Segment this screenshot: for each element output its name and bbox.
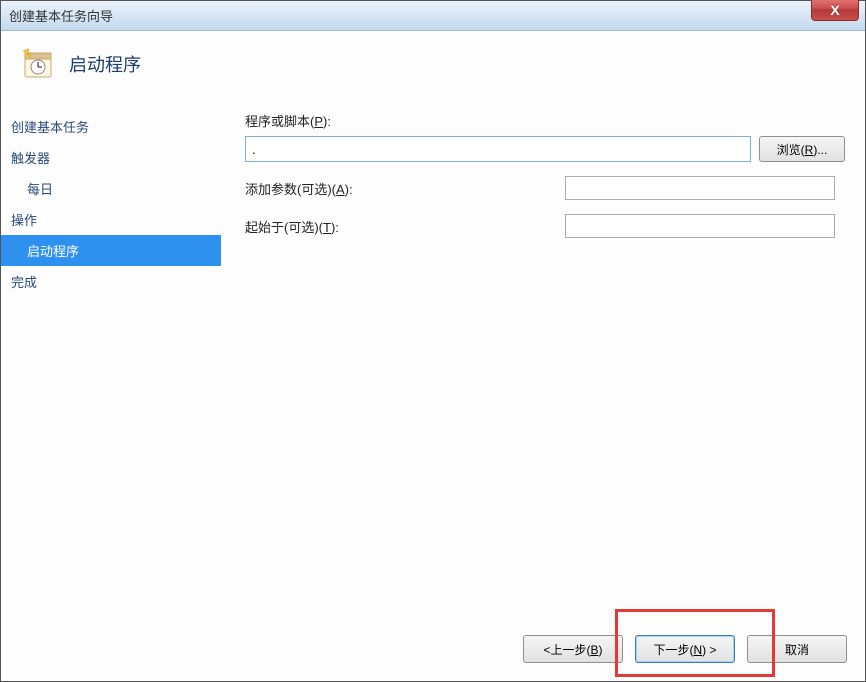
sidebar-item-0[interactable]: 创建基本任务 — [1, 111, 221, 142]
close-icon: X — [830, 2, 839, 18]
args-row: 添加参数(可选)(A): — [245, 176, 835, 200]
wizard-footer: <上一步(B) 下一步(N) > 取消 — [1, 621, 865, 681]
wizard-heading: 启动程序 — [69, 51, 141, 77]
wizard-sidebar: 创建基本任务触发器每日操作启动程序完成 — [1, 105, 221, 621]
form-area: 程序或脚本(P): 浏览(R)... 添加参数(可选)(A): — [221, 105, 865, 621]
sidebar-item-2[interactable]: 每日 — [1, 173, 221, 204]
script-input[interactable] — [245, 136, 751, 162]
sidebar-item-5[interactable]: 完成 — [1, 266, 221, 297]
back-button[interactable]: <上一步(B) — [523, 635, 623, 663]
window-title: 创建基本任务向导 — [9, 6, 113, 25]
titlebar: 创建基本任务向导 X — [1, 1, 865, 31]
args-label: 添加参数(可选)(A): — [245, 179, 425, 198]
args-input[interactable] — [565, 176, 835, 200]
browse-button[interactable]: 浏览(R)... — [759, 136, 845, 162]
sidebar-item-1[interactable]: 触发器 — [1, 142, 221, 173]
next-button[interactable]: 下一步(N) > — [635, 635, 735, 663]
sidebar-item-4[interactable]: 启动程序 — [1, 235, 221, 266]
content-area: 启动程序 创建基本任务触发器每日操作启动程序完成 程序或脚本(P): 浏览(R)… — [1, 31, 865, 681]
startin-input[interactable] — [565, 214, 835, 238]
schedule-icon — [21, 47, 55, 81]
wizard-header: 启动程序 — [1, 31, 865, 105]
close-button[interactable]: X — [811, 0, 859, 21]
startin-row: 起始于(可选)(T): — [245, 214, 835, 238]
script-row: 程序或脚本(P): 浏览(R)... — [245, 111, 845, 162]
sidebar-item-3[interactable]: 操作 — [1, 204, 221, 235]
cancel-button[interactable]: 取消 — [747, 635, 847, 663]
main-area: 创建基本任务触发器每日操作启动程序完成 程序或脚本(P): 浏览(R)... — [1, 105, 865, 621]
wizard-window: 创建基本任务向导 X 启动程序 创建基本任务触发器每日操作启动程序完成 — [0, 0, 866, 682]
script-label: 程序或脚本(P): — [245, 111, 331, 130]
startin-label: 起始于(可选)(T): — [245, 217, 425, 236]
